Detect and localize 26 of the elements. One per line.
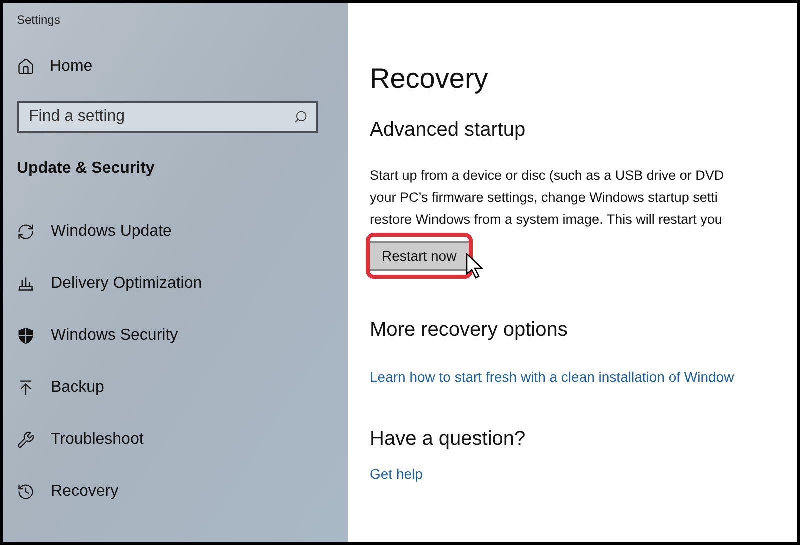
sidebar-item[interactable]: Windows Update [17,221,172,243]
search-icon [294,110,308,124]
sidebar-item[interactable]: Backup [17,377,104,399]
description-text: Start up from a device or disc (such as a USB drive or DVD your PC’s firmware settings, change Windows startup setti restore Windows from a system image. This will restart you [370,167,724,229]
section-heading: Update & Security [17,159,155,179]
get-help-link[interactable]: Get help [370,464,423,485]
search-field[interactable]: Find a setting [17,101,318,133]
section-heading: Advanced startup [370,118,526,143]
upload-arrow-icon [17,379,35,397]
home-nav-item[interactable]: Home [17,55,93,79]
sidebar-item[interactable]: Windows Security [17,325,178,347]
wrench-icon [17,431,35,449]
page-title: Recovery [370,62,488,96]
window-title: Settings [17,12,60,29]
sidebar-item[interactable]: Troubleshoot [17,429,144,451]
shield-icon [17,327,35,345]
section-heading: More recovery options [370,318,568,343]
sidebar-item[interactable]: Recovery [17,481,119,503]
section-heading: Have a question? [370,427,526,452]
clean-install-link[interactable]: Learn how to start fresh with a clean installation of Window [370,367,734,388]
restart-now-button[interactable]: Restart now [370,241,469,271]
upload-tray-icon [17,275,35,293]
sidebar-item[interactable]: Delivery Optimization [17,273,202,295]
sync-icon [17,223,35,241]
history-icon [17,483,35,501]
home-icon [17,58,35,76]
